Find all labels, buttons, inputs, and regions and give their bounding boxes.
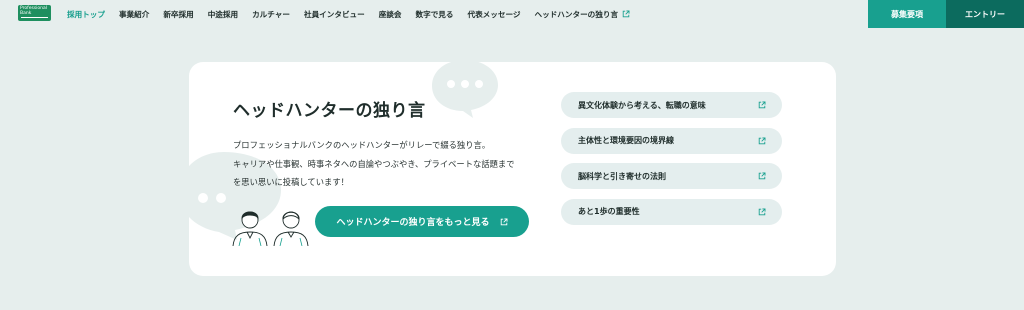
- external-link-icon: [500, 218, 508, 226]
- nav-item-ceo-message[interactable]: 代表メッセージ: [468, 9, 521, 20]
- blog-post-title: 異文化体験から考える、転職の意味: [578, 100, 706, 110]
- headhunter-blog-card: ヘッドハンターの独り言 プロフェッショナルバンクのヘッドハンターがリレーで綴る独…: [189, 62, 836, 276]
- nav-label: 社員インタビュー: [304, 9, 365, 19]
- entry-button[interactable]: エントリー: [946, 0, 1024, 28]
- nav-item-numbers[interactable]: 数字で見る: [416, 9, 454, 20]
- blog-post-title: 脳科学と引き寄せの法則: [578, 171, 666, 181]
- nav-item-mid-career[interactable]: 中途採用: [208, 9, 238, 20]
- nav-item-roundtable[interactable]: 座談会: [379, 9, 402, 20]
- blog-post-link[interactable]: 脳科学と引き寄せの法則: [561, 163, 782, 189]
- blog-post-link[interactable]: あと1歩の重要性: [561, 198, 782, 225]
- nav-item-business[interactable]: 事業紹介: [119, 9, 149, 20]
- view-more-button[interactable]: ヘッドハンターの独り言をもっと見る: [315, 206, 529, 237]
- external-link-icon: [758, 137, 766, 145]
- nav-label: カルチャー: [252, 9, 290, 19]
- nav-item-interview[interactable]: 社員インタビュー: [304, 9, 365, 20]
- external-link-icon: [622, 10, 630, 18]
- nav-label: 代表メッセージ: [467, 9, 521, 19]
- description-line: プロフェッショナルバンクのヘッドハンターがリレーで綴る独り言。: [233, 140, 491, 150]
- view-more-label: ヘッドハンターの独り言をもっと見る: [336, 218, 490, 228]
- description-line: を思い思いに投稿しています！: [233, 177, 349, 187]
- external-link-icon: [758, 208, 766, 216]
- nav-label: 数字で見る: [415, 9, 454, 19]
- section-title: ヘッドハンターの独り言: [233, 101, 426, 121]
- nav-label: ヘッドハンターの独り言: [534, 9, 619, 19]
- blog-post-link[interactable]: 主体性と環境要因の境界線: [561, 127, 782, 154]
- nav-label: 新卒採用: [163, 9, 194, 19]
- blog-post-link[interactable]: 異文化体験から考える、転職の意味: [561, 92, 782, 118]
- recruit-info-button[interactable]: 募集要項: [868, 0, 946, 28]
- logo-bar: [21, 17, 48, 18]
- section-description: プロフェッショナルバンクのヘッドハンターがリレーで綴る独り言。 キャリアや仕事観…: [233, 136, 553, 192]
- nav-item-culture[interactable]: カルチャー: [252, 9, 290, 20]
- speech-bubble-decoration: [432, 62, 498, 118]
- nav-label: 座談会: [378, 9, 402, 19]
- company-logo[interactable]: Professional Bank: [18, 5, 51, 21]
- nav-label: 採用トップ: [67, 9, 105, 19]
- blog-post-title: 主体性と環境要因の境界線: [578, 136, 674, 145]
- external-link-icon: [758, 101, 766, 109]
- nav-item-new-grad[interactable]: 新卒採用: [163, 9, 193, 20]
- nav-label: 中途採用: [207, 9, 239, 19]
- site-header: Professional Bank 採用トップ 事業紹介 新卒採用 中途採用 カ…: [0, 0, 1024, 28]
- description-line: キャリアや仕事観、時事ネタへの自論やつぶやき、プライベートな話題まで: [233, 158, 515, 169]
- nav-item-recruit-top[interactable]: 採用トップ: [67, 9, 105, 20]
- headhunters-illustration: [232, 211, 309, 246]
- nav-label: 事業紹介: [118, 9, 150, 19]
- blog-post-title: あと1歩の重要性: [578, 207, 640, 216]
- external-link-icon: [758, 172, 766, 180]
- nav-item-headhunter-blog[interactable]: ヘッドハンターの独り言: [535, 9, 631, 20]
- main-nav: 採用トップ 事業紹介 新卒採用 中途採用 カルチャー 社員インタビュー 座談会 …: [67, 0, 644, 28]
- logo-text: Professional Bank: [20, 6, 48, 16]
- blog-post-list: 異文化体験から考える、転職の意味 主体性と環境要因の境界線 脳科学と引き寄せの法…: [561, 92, 782, 234]
